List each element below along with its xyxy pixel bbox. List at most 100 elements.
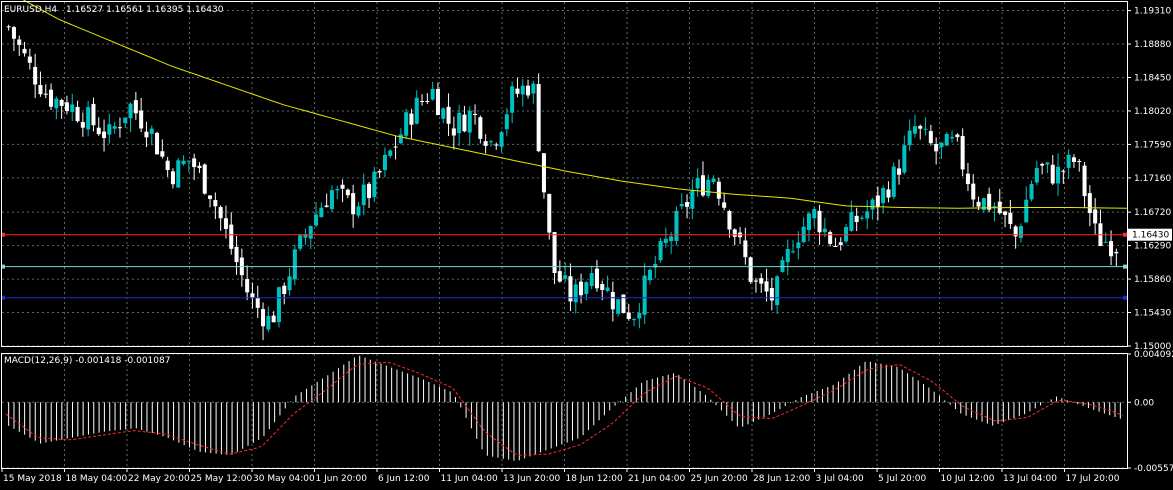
- candle-body: [356, 206, 361, 216]
- candle-body: [70, 104, 75, 112]
- candle-body: [314, 214, 319, 226]
- candle-body: [112, 126, 117, 129]
- candle-body: [107, 124, 112, 135]
- candle-body: [743, 240, 748, 258]
- candle-body: [64, 102, 69, 112]
- macd-tick-label: 0.004092: [1134, 350, 1173, 360]
- candle-body: [854, 215, 859, 223]
- trading-chart-window[interactable]: 1.19310 1.18880 1.18450 1.18020 1.17590 1.171…: [0, 0, 1173, 490]
- candle-body: [775, 276, 780, 306]
- candle-body: [329, 190, 334, 210]
- price-level-marker: [1123, 232, 1127, 237]
- candle-body: [478, 117, 483, 139]
- candle-body: [223, 218, 228, 229]
- candle-body: [1103, 241, 1108, 243]
- candle-body: [637, 312, 642, 319]
- candle-body: [22, 48, 27, 54]
- candle-body: [1003, 211, 1008, 215]
- candle-body: [965, 173, 970, 185]
- candle-body: [1061, 170, 1066, 172]
- candle-body: [11, 27, 16, 39]
- x-tick-label: 1 Jun 20:00: [316, 474, 368, 484]
- candle-body: [541, 153, 546, 193]
- y-tick-label: 1.18020: [1134, 107, 1171, 117]
- candle-body: [345, 189, 350, 196]
- candle-body: [340, 184, 345, 189]
- candle-body: [80, 122, 85, 128]
- candle-body: [181, 160, 186, 165]
- x-tick-label: 13 Jun 20:00: [503, 474, 560, 484]
- x-tick-label: 13 Jul 04:00: [1003, 474, 1057, 484]
- candle-body: [91, 103, 96, 126]
- candle-body: [589, 273, 594, 287]
- candle-body: [711, 178, 716, 183]
- candle-body: [727, 210, 732, 230]
- candle-body: [361, 184, 366, 206]
- candle-body: [245, 279, 250, 293]
- candle-body: [186, 160, 191, 162]
- candle-body: [700, 175, 705, 196]
- price-chart[interactable]: 1.19310 1.18880 1.18450 1.18020 1.17590 1.171…: [0, 0, 1173, 490]
- candle-body: [950, 136, 955, 139]
- candle-body: [271, 315, 276, 323]
- candle-body: [1082, 165, 1087, 197]
- candle-body: [33, 66, 38, 85]
- candle-body: [1018, 226, 1023, 238]
- candle-body: [202, 164, 207, 194]
- candle-body: [875, 195, 880, 208]
- candle-body: [425, 101, 430, 103]
- candle-body: [75, 106, 80, 122]
- candle-body: [844, 227, 849, 242]
- candle-body: [955, 134, 960, 138]
- candle-body: [255, 298, 260, 308]
- candle-body: [557, 271, 562, 282]
- x-tick-label: 3 Jul 04:00: [816, 474, 865, 484]
- symbol-label: EURUSD,H4: [4, 5, 57, 15]
- y-tick-label: 1.18450: [1134, 73, 1171, 83]
- candle-body: [250, 293, 255, 298]
- candle-body: [144, 131, 149, 138]
- candle-body: [287, 276, 292, 291]
- candle-body: [1029, 184, 1034, 200]
- chart-header: EURUSD,H4 1.16527 1.16561 1.16395 1.1643…: [4, 5, 224, 15]
- candle-body: [579, 281, 584, 296]
- candle-body: [504, 114, 509, 130]
- candle-body: [155, 132, 160, 155]
- candle-body: [483, 141, 488, 146]
- candle-body: [49, 89, 54, 107]
- candle-body: [912, 126, 917, 134]
- candle-body: [38, 84, 43, 95]
- candle-body: [1066, 154, 1071, 168]
- x-tick-label: 15 May 2018: [3, 474, 62, 484]
- candle-body: [234, 246, 239, 263]
- candle-body: [117, 127, 122, 129]
- candle-body: [462, 114, 467, 132]
- candle-body: [1109, 241, 1114, 257]
- candle-body: [420, 101, 425, 103]
- candle-body: [891, 166, 896, 197]
- x-tick-label: 30 May 04:00: [253, 474, 315, 484]
- candle-body: [907, 130, 912, 146]
- candle-body: [192, 158, 197, 168]
- candle-body: [86, 107, 91, 130]
- candle-body: [647, 269, 652, 281]
- candle-body: [573, 284, 578, 303]
- price-level-marker: [1123, 295, 1127, 300]
- candle-body: [409, 113, 414, 125]
- price-axis: 1.19310 1.18880 1.18450 1.18020 1.17590 1.171…: [1127, 7, 1173, 474]
- moving-average: [22, 0, 1128, 209]
- candle-body: [457, 112, 462, 134]
- candle-body: [769, 288, 774, 301]
- candle-body: [706, 179, 711, 196]
- x-tick-label: 11 Jun 04:00: [441, 474, 498, 484]
- candle-body: [335, 188, 340, 191]
- candle-body: [473, 113, 478, 115]
- candle-body: [753, 280, 758, 282]
- x-tick-label: 22 May 20:00: [128, 474, 190, 484]
- y-tick-label: 1.18880: [1134, 40, 1171, 50]
- candle-body: [960, 136, 965, 170]
- candle-body: [987, 193, 992, 210]
- candle-body: [488, 141, 493, 143]
- candle-body: [1008, 212, 1013, 224]
- candle-body: [197, 165, 202, 169]
